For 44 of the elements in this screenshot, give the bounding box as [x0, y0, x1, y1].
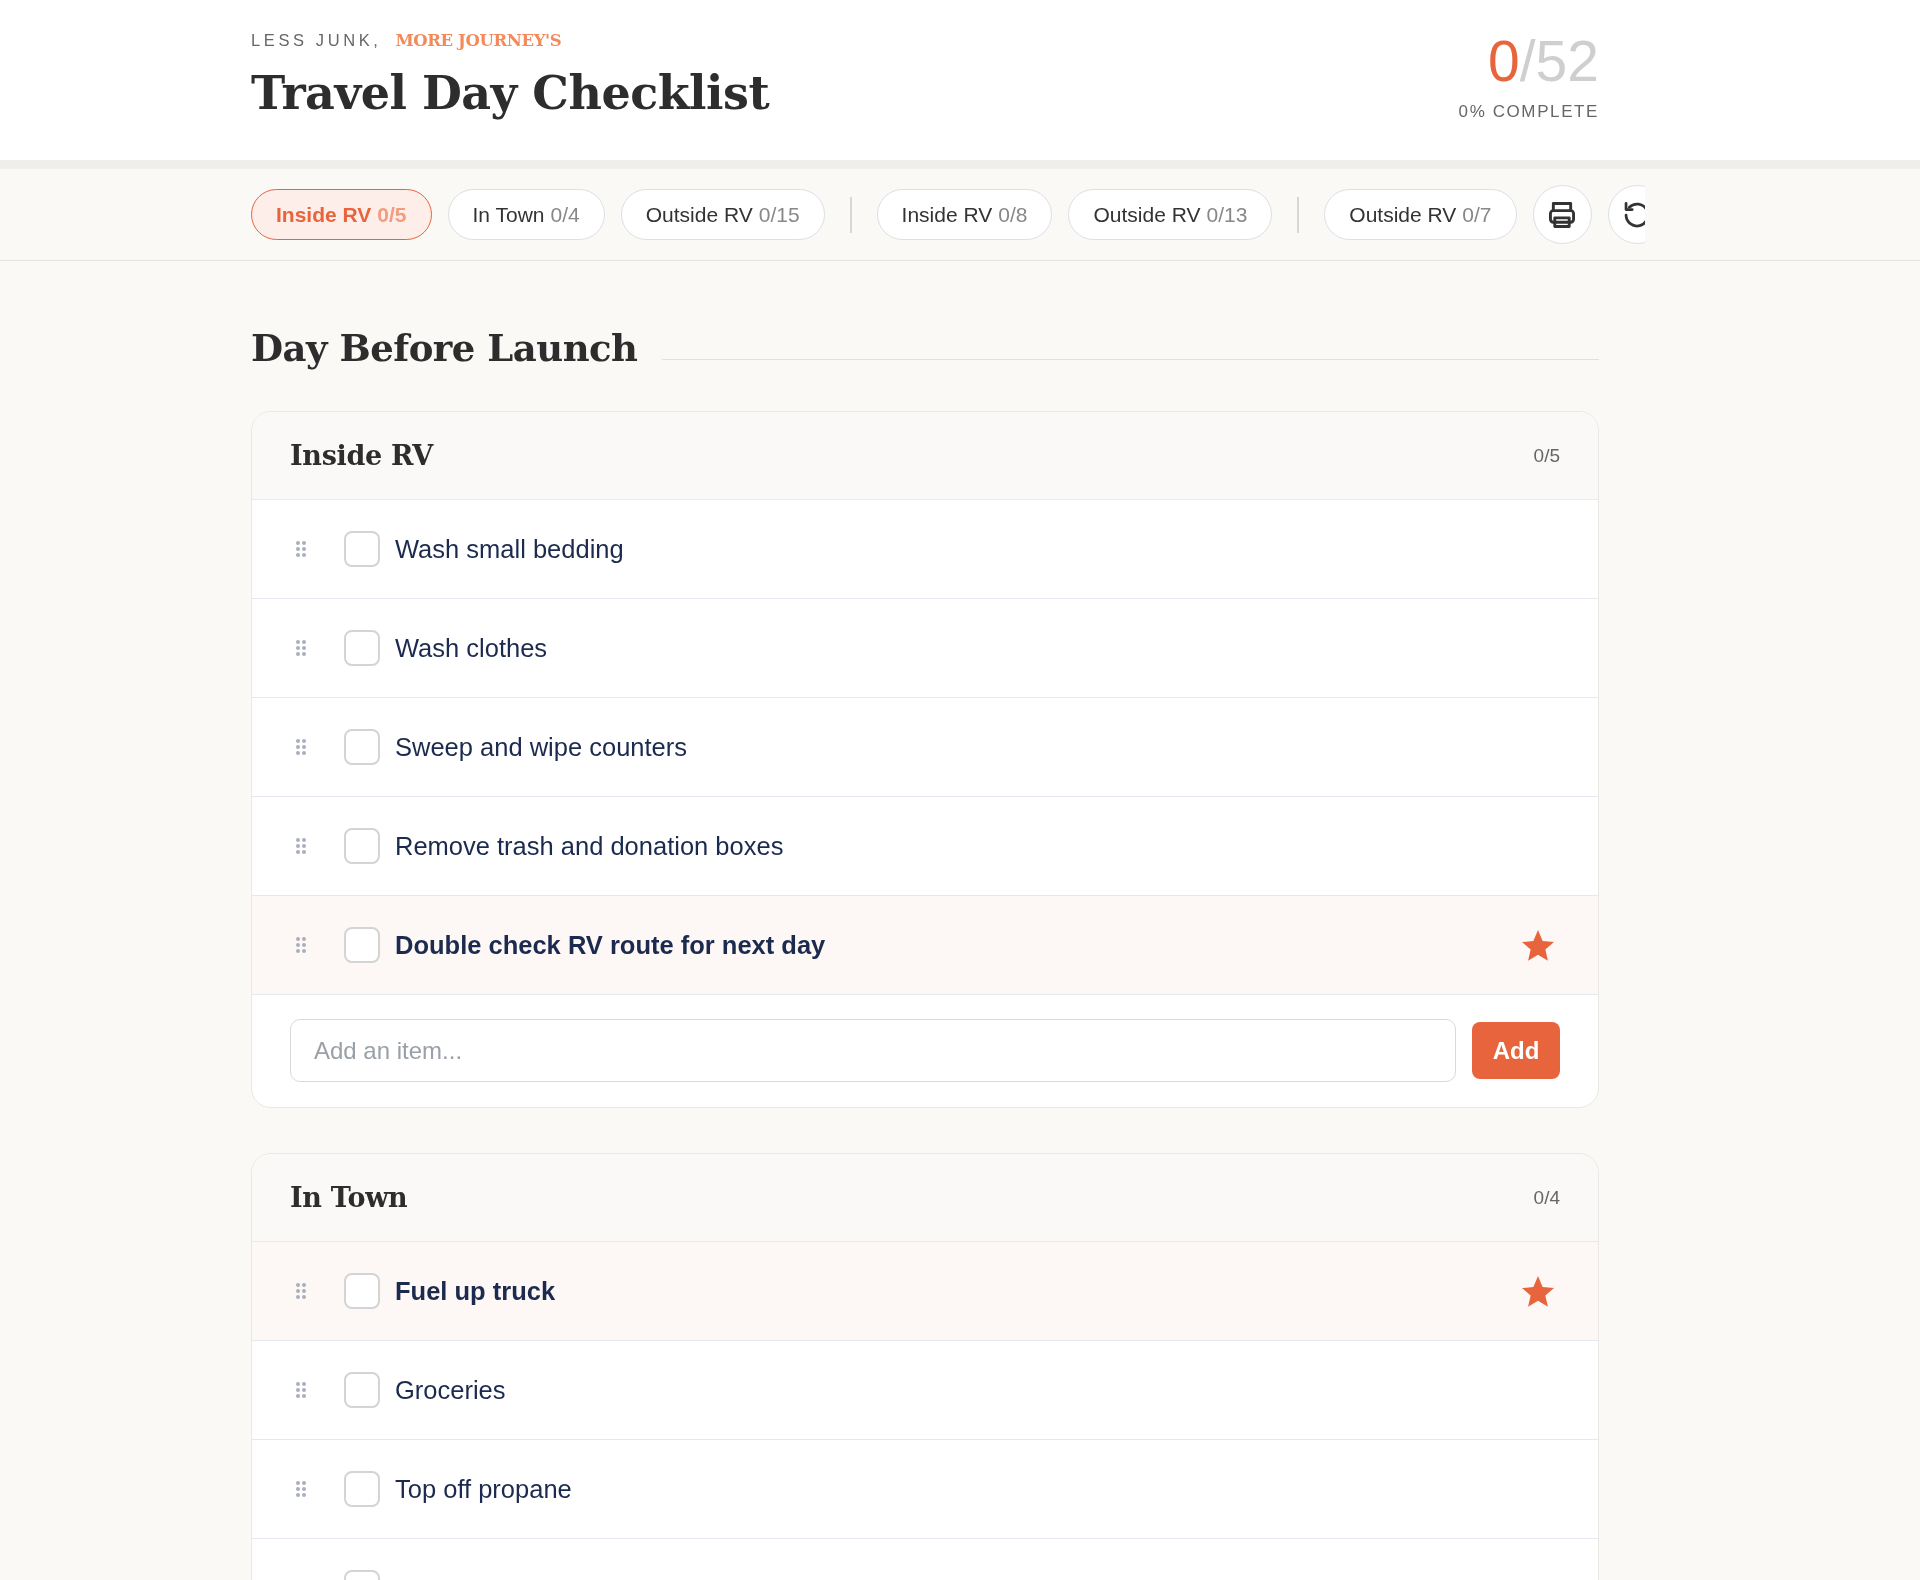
reset-icon	[1624, 201, 1645, 228]
category-tab[interactable]: Inside RV 0/8	[876, 189, 1053, 240]
category-tab[interactable]: Outside RV 0/13	[1068, 189, 1273, 240]
star-icon[interactable]	[1522, 929, 1554, 961]
drag-handle-icon[interactable]	[296, 1382, 306, 1398]
item-label: Fuel up truck	[395, 1276, 556, 1306]
checkbox[interactable]	[344, 1471, 380, 1507]
drag-handle-icon[interactable]	[296, 541, 306, 557]
star-icon[interactable]	[1522, 1275, 1554, 1307]
section-title: Day Before Launch	[251, 327, 638, 370]
checkbox[interactable]	[344, 1372, 380, 1408]
drag-handle-icon[interactable]	[296, 1481, 306, 1497]
page-title: Travel Day Checklist	[251, 67, 770, 120]
checkbox[interactable]	[344, 531, 380, 567]
drag-handle-icon[interactable]	[296, 640, 306, 656]
item-label: Wash clothes	[395, 633, 548, 663]
checkbox[interactable]	[344, 630, 380, 666]
checkbox[interactable]	[344, 927, 380, 963]
card-count: 0/4	[1533, 1186, 1560, 1209]
item-label: Groceries	[395, 1375, 506, 1405]
category-tab[interactable]: Outside RV 0/15	[620, 189, 825, 240]
item-label: Wash small bedding	[395, 534, 624, 564]
card-count: 0/5	[1533, 444, 1560, 467]
tagline-text: LESS JUNK,	[251, 30, 382, 50]
item-label: Sweep and wipe counters	[395, 732, 688, 762]
checkbox[interactable]	[344, 828, 380, 864]
drag-handle-icon[interactable]	[296, 838, 306, 854]
add-item-field[interactable]: Add an item...	[290, 1019, 1456, 1082]
category-tab[interactable]: Outside RV 0/7	[1324, 189, 1517, 240]
category-tab[interactable]: In Town 0/4	[447, 189, 605, 240]
completed-count: 0	[1488, 29, 1520, 93]
item-label: Double check RV route for next day	[395, 930, 826, 960]
checkbox[interactable]	[344, 1273, 380, 1309]
item-label: Remove trash and donation boxes	[395, 831, 784, 861]
card-title: Inside RV	[290, 440, 433, 471]
item-label: Top off propane	[395, 1474, 572, 1504]
card-title: In Town	[290, 1182, 408, 1213]
printer-icon	[1549, 201, 1576, 228]
tagline-accent-text: MORE JOURNEY'S	[395, 31, 562, 51]
completion-percent: 0% COMPLETE	[1458, 102, 1599, 122]
drag-handle-icon[interactable]	[296, 739, 306, 755]
drag-handle-icon[interactable]	[296, 937, 306, 953]
checkbox[interactable]	[344, 729, 380, 765]
drag-handle-icon[interactable]	[296, 1283, 306, 1299]
